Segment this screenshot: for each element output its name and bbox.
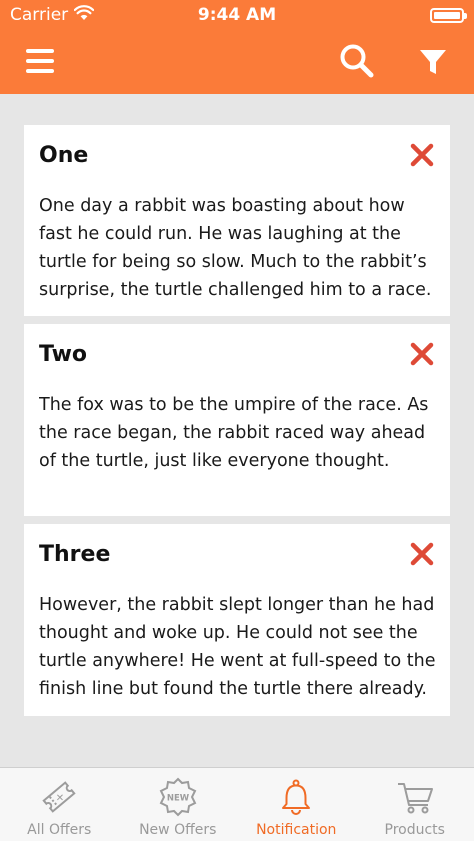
notification-title: Two [39,342,88,367]
tab-products[interactable]: Products [356,768,474,841]
notification-card[interactable]: One One day a rabbit was boasting about … [24,125,450,316]
close-x-icon[interactable] [408,340,436,368]
status-bar: Carrier 9:44 AM [0,0,474,30]
tab-label: Notification [256,822,337,838]
battery-icon [430,8,467,23]
app-header: Carrier 9:44 AM [0,0,474,94]
tab-new-offers[interactable]: NEW New Offers [119,768,238,841]
ticket-icon: ✕ [39,777,79,817]
funnel-filter-icon[interactable] [414,44,452,80]
notification-title: One [39,143,89,168]
notification-body: The fox was to be the umpire of the race… [39,395,429,471]
svg-text:✕: ✕ [56,793,64,804]
notification-body: One day a rabbit was boasting about how … [39,196,432,300]
notification-card[interactable]: Two The fox was to be the umpire of the … [24,324,450,516]
notification-title: Three [39,542,111,567]
tab-notification[interactable]: Notification [237,768,356,841]
tab-label: Products [384,822,445,838]
tab-all-offers[interactable]: ✕ All Offers [0,768,119,841]
new-badge-icon: NEW [158,777,198,817]
close-x-icon[interactable] [408,141,436,169]
bell-icon [276,777,316,817]
tab-bar: ✕ All Offers NEW New Offers Notification [0,767,474,841]
notification-list: One One day a rabbit was boasting about … [0,94,474,767]
cart-icon [395,777,435,817]
new-badge-text: NEW [166,794,189,804]
status-time: 9:44 AM [197,5,277,25]
tab-label: All Offers [27,822,92,838]
battery-fill [434,12,460,19]
close-x-icon[interactable] [408,540,436,568]
notification-card[interactable]: Three However, the rabbit slept longer t… [24,524,450,716]
tab-label: New Offers [139,822,217,838]
hamburger-menu-icon[interactable] [22,44,58,78]
notification-body: However, the rabbit slept longer than he… [39,595,436,699]
magnifier-search-icon[interactable] [338,42,376,80]
